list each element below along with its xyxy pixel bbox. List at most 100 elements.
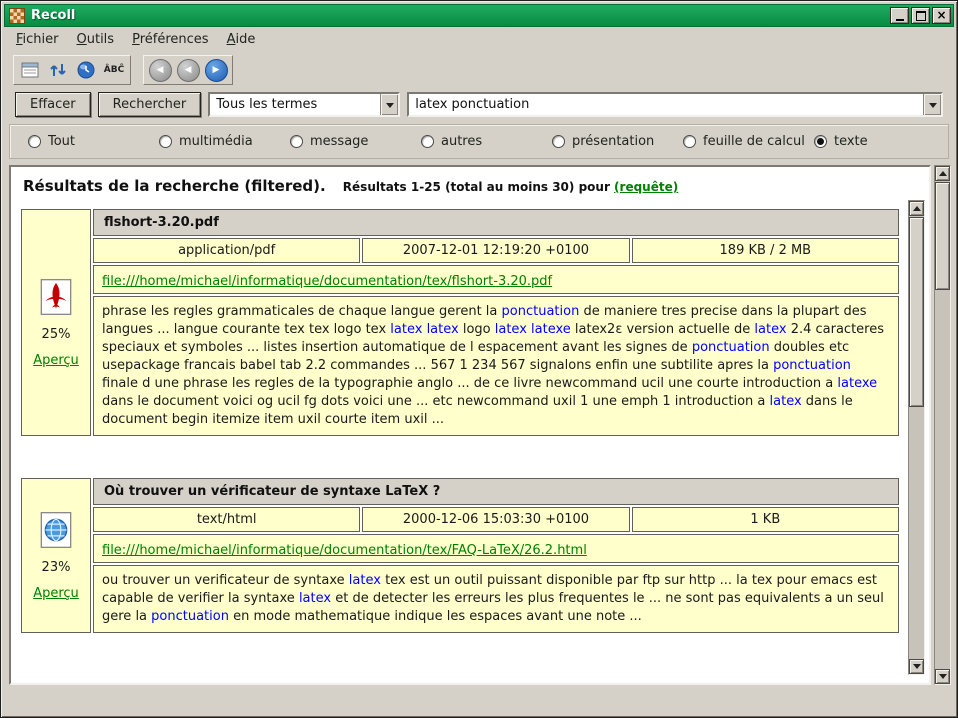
radio-indicator <box>159 135 172 148</box>
search-term-highlight: latex <box>495 322 527 337</box>
filter-label: présentation <box>572 134 654 149</box>
result-entry: 25% Aperçu flshort-3.20.pdf application/… <box>21 209 899 436</box>
filter-presentation[interactable]: présentation <box>552 134 683 149</box>
scroll-up-button[interactable] <box>909 201 924 216</box>
close-button[interactable]: × <box>932 7 951 24</box>
filter-label: multimédia <box>179 134 253 149</box>
nav-previous-page-button[interactable]: ◀ <box>176 58 200 82</box>
filter-texte[interactable]: texte <box>814 134 868 149</box>
filter-tout[interactable]: Tout <box>28 134 159 149</box>
scroll-up-button[interactable] <box>935 166 950 181</box>
scrollbar-track[interactable] <box>909 216 924 659</box>
result-list-scrollbar[interactable] <box>908 200 925 675</box>
result-date: 2000-12-06 15:03:30 +0100 <box>362 507 629 532</box>
result-body: flshort-3.20.pdf application/pdf 2007-12… <box>93 209 899 436</box>
result-meta-row: text/html 2000-12-06 15:03:30 +0100 1 KB <box>93 507 899 532</box>
document-type-icon <box>40 278 72 316</box>
nav-first-page-button[interactable]: ◀ <box>148 58 172 82</box>
radio-indicator <box>28 135 41 148</box>
menu-preferences[interactable]: Préférences <box>123 29 217 50</box>
toolbar: ÂBĈ ◀ ◀ ▶ <box>1 51 957 89</box>
result-mimetype: text/html <box>93 507 360 532</box>
back-arrow-icon: ◀ <box>149 59 172 82</box>
toolbar-group-navigation: ◀ ◀ ▶ <box>143 55 233 85</box>
maximize-icon <box>916 11 926 21</box>
search-term-highlight: latex <box>349 573 381 588</box>
sort-order-icon[interactable] <box>46 58 70 82</box>
maximize-button[interactable] <box>911 7 930 24</box>
filter-label: autres <box>441 134 482 149</box>
menu-fichier[interactable]: Fichier <box>7 29 68 50</box>
result-title: flshort-3.20.pdf <box>93 209 899 236</box>
result-icon-cell: 23% Aperçu <box>21 478 91 633</box>
scroll-down-button[interactable] <box>909 659 924 674</box>
scrollbar-thumb[interactable] <box>935 182 950 290</box>
result-url-link[interactable]: file:///home/michael/informatique/docume… <box>102 543 587 558</box>
filter-label: message <box>310 134 368 149</box>
result-mimetype: application/pdf <box>93 238 360 263</box>
search-term-highlight: latex <box>754 322 786 337</box>
radio-indicator <box>290 135 303 148</box>
search-term-highlight: latexe <box>837 376 877 391</box>
result-entry: 23% Aperçu Où trouver un vérificateur de… <box>21 478 899 633</box>
results-page-scrollbar[interactable] <box>934 165 951 685</box>
menubar: FichierOutilsPréférencesAide <box>1 27 957 51</box>
menu-aide[interactable]: Aide <box>218 29 265 50</box>
result-date: 2007-12-01 12:19:20 +0100 <box>362 238 629 263</box>
chevron-down-icon[interactable] <box>923 94 941 115</box>
pdf-icon <box>40 278 72 316</box>
result-meta-row: application/pdf 2007-12-01 12:19:20 +010… <box>93 238 899 263</box>
toolbar-group-actions: ÂBĈ <box>13 55 131 85</box>
radio-indicator <box>421 135 434 148</box>
chevron-down-icon[interactable] <box>380 94 398 115</box>
filter-label: Tout <box>48 134 75 149</box>
forward-arrow-icon: ▶ <box>205 59 228 82</box>
filter-multimedia[interactable]: multimédia <box>159 134 290 149</box>
clear-button[interactable]: Effacer <box>15 92 91 117</box>
search-term-highlight: latex <box>299 591 331 606</box>
filter-autres[interactable]: autres <box>421 134 552 149</box>
relevance-percent: 25% <box>42 327 71 342</box>
search-term-highlight: latex <box>390 322 422 337</box>
clear-search-icon[interactable] <box>18 58 42 82</box>
result-snippet: ou trouver un verificateur de syntaxe la… <box>93 565 899 633</box>
result-icon-cell: 25% Aperçu <box>21 209 91 436</box>
result-size: 189 KB / 2 MB <box>632 238 899 263</box>
radio-indicator <box>683 135 696 148</box>
search-term-highlight: latexe <box>531 322 571 337</box>
filter-feuille-de-calcul[interactable]: feuille de calcul <box>683 134 814 149</box>
document-type-icon <box>40 511 72 549</box>
spell-term-explorer-icon[interactable]: ÂBĈ <box>102 58 126 82</box>
close-icon: × <box>936 9 946 21</box>
menu-outils[interactable]: Outils <box>68 29 124 50</box>
result-size: 1 KB <box>632 507 899 532</box>
scroll-down-button[interactable] <box>935 669 950 684</box>
filter-label: feuille de calcul <box>703 134 805 149</box>
radio-indicator <box>814 135 827 148</box>
search-query-input[interactable] <box>409 97 923 112</box>
filter-message[interactable]: message <box>290 134 421 149</box>
preview-link[interactable]: Aperçu <box>33 353 79 368</box>
query-details-link[interactable]: (requête) <box>614 180 678 194</box>
titlebar[interactable]: Recoll × <box>4 4 954 27</box>
result-url-link[interactable]: file:///home/michael/informatique/docume… <box>102 274 552 289</box>
search-mode-select[interactable]: Tous les termes <box>208 92 400 117</box>
nav-next-page-button[interactable]: ▶ <box>204 58 228 82</box>
search-term-highlight: latex <box>427 322 459 337</box>
scrollbar-track[interactable] <box>935 181 950 669</box>
minimize-button[interactable] <box>890 7 909 24</box>
history-icon[interactable] <box>74 58 98 82</box>
search-button[interactable]: Rechercher <box>98 92 202 117</box>
status-bar <box>1 685 957 717</box>
scrollbar-thumb[interactable] <box>909 217 924 407</box>
minimize-icon <box>896 11 904 21</box>
filter-label: texte <box>834 134 868 149</box>
result-url-row: file:///home/michael/informatique/docume… <box>93 534 899 563</box>
recoll-window: Recoll × FichierOutilsPréférencesAide <box>0 0 958 718</box>
search-row: Effacer Rechercher Tous les termes <box>1 89 957 123</box>
results-pane: Résultats de la recherche (filtered). Ré… <box>9 165 931 685</box>
recoll-app-icon[interactable] <box>9 8 25 24</box>
preview-link[interactable]: Aperçu <box>33 586 79 601</box>
back-arrow-icon: ◀ <box>177 59 200 82</box>
result-snippet: phrase les regles grammaticales de chaqu… <box>93 296 899 436</box>
